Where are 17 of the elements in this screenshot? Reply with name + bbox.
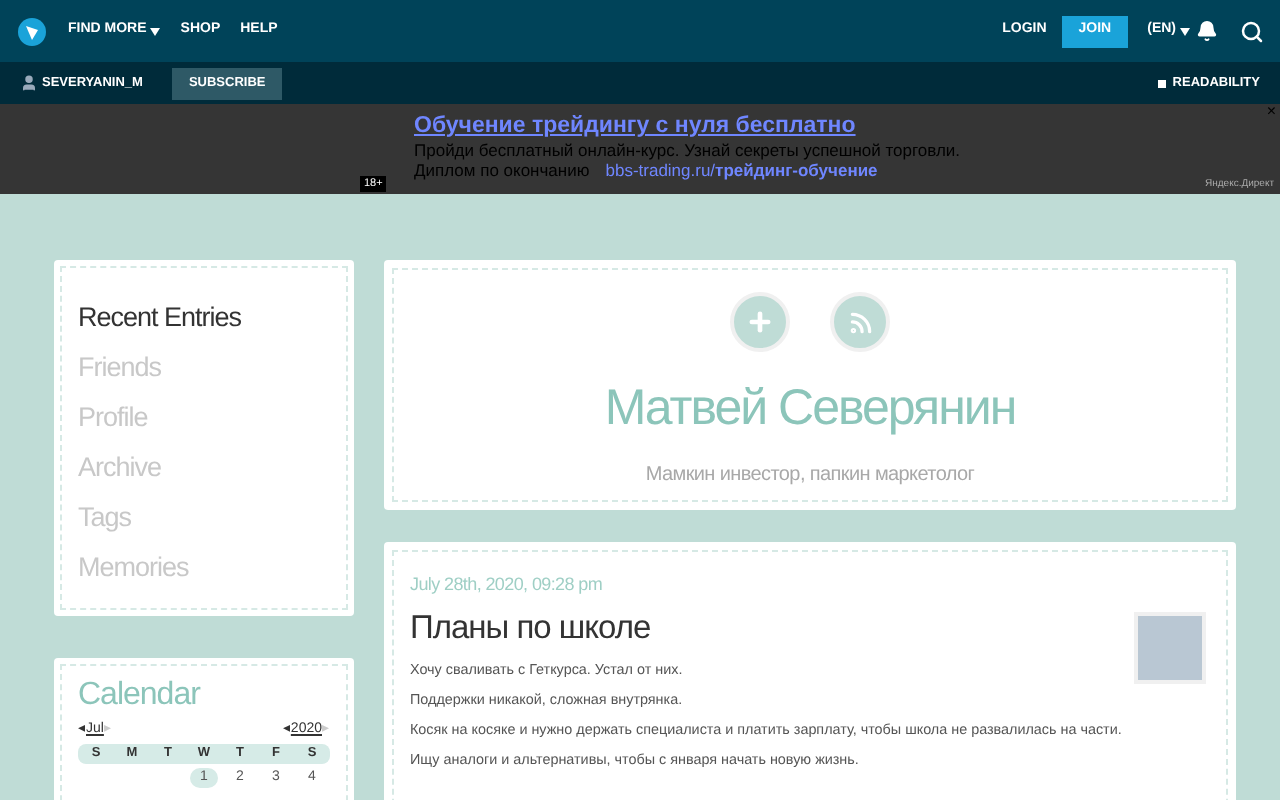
caret-icon <box>1180 27 1190 35</box>
sidebar-link[interactable]: Recent Entries <box>78 292 330 342</box>
photo-placeholder <box>1134 612 1206 684</box>
logo-icon[interactable] <box>16 15 48 47</box>
post-date: July 28th, 2020, 09:28 pm <box>410 572 605 598</box>
checkbox-icon[interactable] <box>1158 79 1167 87</box>
profile-tagline: Мамкин инвестор, папкин маркетолог <box>645 461 975 489</box>
profile-name: Матвей Северянин <box>604 378 1016 440</box>
search-icon[interactable] <box>1240 19 1264 43</box>
bell-icon[interactable] <box>1196 20 1218 42</box>
post-title: Планы по школе <box>410 607 651 647</box>
ad-title[interactable]: Обучение трейдингу с нуля бесплатно <box>414 114 961 140</box>
calendar-title: Calendar <box>78 676 203 716</box>
rss-icon <box>847 309 873 335</box>
plus-icon <box>746 308 774 336</box>
user-icon <box>20 74 38 92</box>
ad-link[interactable]: bbs-trading.ru/трейдинг-обучение <box>605 160 878 180</box>
